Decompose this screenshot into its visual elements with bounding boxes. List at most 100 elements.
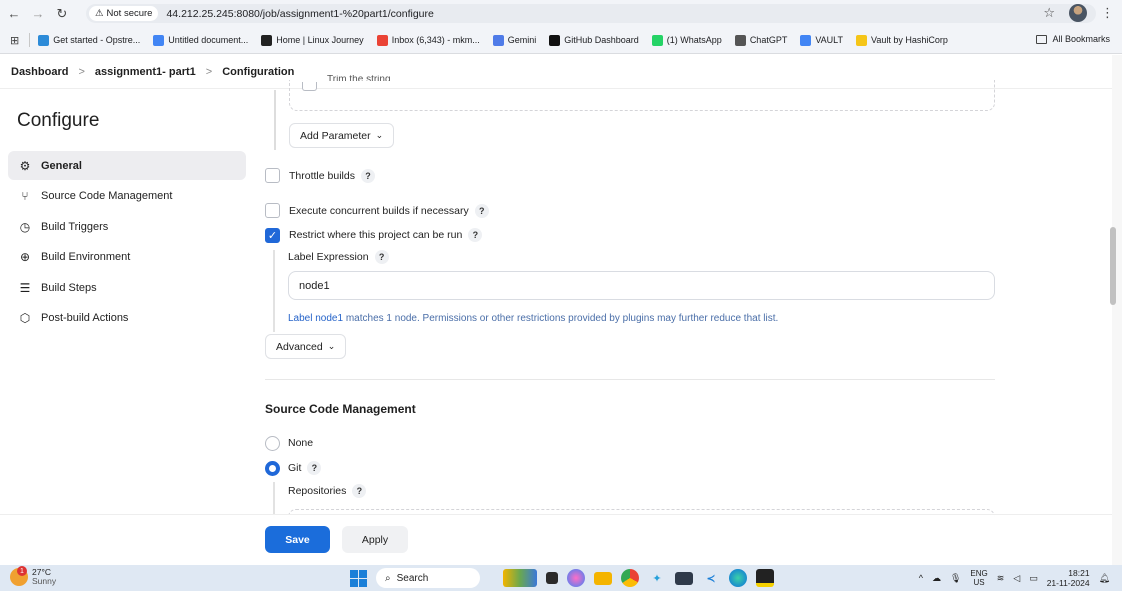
bookmark-item[interactable]: Vault by HashiCorp bbox=[856, 34, 948, 46]
bookmark-item[interactable]: Gemini bbox=[492, 34, 537, 46]
clock[interactable]: 18:21 21-11-2024 bbox=[1047, 568, 1090, 588]
bookmark-label: GitHub Dashboard bbox=[564, 35, 639, 45]
bookmark-item[interactable]: VAULT bbox=[800, 34, 843, 46]
sidebar-item-source-code-management[interactable]: ⑂ Source Code Management bbox=[8, 182, 246, 211]
scrollbar-thumb[interactable] bbox=[1110, 227, 1116, 305]
sun-icon: 1 bbox=[10, 566, 28, 586]
menu-icon[interactable]: ⋮ bbox=[1101, 5, 1114, 21]
scm-git-label[interactable]: Git bbox=[288, 462, 301, 474]
taskbar-search-label: Search bbox=[396, 572, 429, 584]
sidebar-item-post-build-actions[interactable]: ⬡ Post-build Actions bbox=[8, 304, 246, 333]
label-info-text: Label node1 matches 1 node. Permissions … bbox=[288, 313, 778, 324]
bookmark-item[interactable]: GitHub Dashboard bbox=[549, 34, 639, 46]
trim-checkbox[interactable] bbox=[302, 82, 317, 91]
bookmark-label: Gemini bbox=[507, 35, 537, 45]
help-icon[interactable]: ? bbox=[474, 204, 489, 218]
bookmark-item[interactable]: Home | Linux Journey bbox=[261, 34, 364, 46]
sidebar-item-build-triggers[interactable]: ◷ Build Triggers bbox=[8, 212, 246, 241]
edge-icon[interactable] bbox=[729, 569, 747, 587]
notification-bell-icon[interactable]: 🔔︎ bbox=[1099, 573, 1110, 584]
clock-icon: ◷ bbox=[19, 219, 31, 234]
apply-button[interactable]: Apply bbox=[342, 526, 408, 553]
add-parameter-button[interactable]: Add Parameter ⌄ bbox=[289, 123, 395, 148]
box-icon: ⬡ bbox=[19, 311, 31, 325]
help-icon[interactable]: ? bbox=[468, 228, 483, 242]
throttle-checkbox[interactable] bbox=[265, 168, 280, 183]
scm-none-radio[interactable] bbox=[265, 436, 280, 451]
mail-icon[interactable] bbox=[675, 571, 693, 585]
sidebar-item-build-steps[interactable]: ☰ Build Steps bbox=[8, 273, 246, 302]
weather-widget[interactable]: 1 27°C Sunny bbox=[10, 566, 57, 586]
bookmark-label: Untitled document... bbox=[168, 35, 249, 45]
scm-git-row: Git ? bbox=[288, 461, 322, 475]
lang-top: ENG bbox=[970, 569, 988, 578]
help-icon[interactable]: ? bbox=[374, 250, 389, 264]
reload-icon[interactable]: ↻ bbox=[52, 4, 72, 24]
bookmark-star-icon[interactable]: ☆ bbox=[1043, 5, 1055, 21]
bookmark-item[interactable]: ChatGPT bbox=[734, 34, 788, 46]
repositories-row: Repositories ? bbox=[288, 484, 367, 498]
label-expression-input[interactable]: node1 bbox=[288, 271, 995, 300]
label-node-link[interactable]: Label node1 bbox=[288, 313, 343, 324]
bookmark-item[interactable]: Get started - Opstre... bbox=[38, 34, 140, 46]
breadcrumb-job[interactable]: assignment1- part1 bbox=[95, 66, 196, 78]
throttle-label[interactable]: Throttle builds bbox=[289, 170, 355, 182]
task-view-icon[interactable] bbox=[546, 572, 558, 584]
store-icon[interactable]: ✦ bbox=[648, 569, 666, 587]
weather-desc: Sunny bbox=[32, 576, 57, 586]
taskbar-search[interactable]: ⌕ Search bbox=[376, 568, 480, 588]
apps-grid-icon[interactable]: ⊞ bbox=[10, 34, 19, 47]
vscode-icon[interactable]: ≺ bbox=[702, 569, 720, 587]
file-explorer-icon[interactable] bbox=[594, 571, 612, 585]
security-indicator[interactable]: ⚠ Not secure bbox=[89, 6, 159, 21]
forward-icon[interactable]: → bbox=[28, 4, 48, 24]
microphone-icon[interactable]: 🎙︎ bbox=[950, 573, 961, 584]
concurrent-row: Execute concurrent builds if necessary ? bbox=[289, 204, 489, 218]
cloud-icon[interactable]: ☁ bbox=[932, 573, 941, 584]
restrict-row: Restrict where this project can be run ? bbox=[289, 228, 483, 242]
url-text[interactable]: 44.212.25.245:8080/job/assignment1-%20pa… bbox=[166, 8, 433, 20]
advanced-button[interactable]: Advanced ⌄ bbox=[265, 334, 347, 359]
bookmark-item[interactable]: (1) WhatsApp bbox=[651, 34, 722, 46]
wifi-icon[interactable]: ≋ bbox=[997, 573, 1005, 584]
profile-avatar[interactable] bbox=[1069, 4, 1087, 22]
copilot-icon[interactable] bbox=[567, 569, 585, 587]
back-icon[interactable]: ← bbox=[4, 4, 24, 24]
help-icon[interactable]: ? bbox=[352, 484, 367, 498]
concurrent-label[interactable]: Execute concurrent builds if necessary bbox=[289, 205, 469, 217]
widgets-icon[interactable] bbox=[503, 569, 537, 587]
address-bar[interactable]: ⚠ Not secure 44.212.25.245:8080/job/assi… bbox=[86, 4, 1096, 23]
battery-icon[interactable]: ▭ bbox=[1029, 573, 1038, 584]
vault-icon bbox=[800, 34, 812, 46]
scm-none-label[interactable]: None bbox=[288, 437, 313, 449]
parameter-block bbox=[289, 80, 995, 111]
bookmark-item[interactable]: Untitled document... bbox=[153, 34, 249, 46]
help-icon[interactable]: ? bbox=[307, 461, 322, 475]
github-icon bbox=[549, 34, 561, 46]
language-indicator[interactable]: ENG US bbox=[970, 569, 987, 587]
windows-start-icon[interactable] bbox=[350, 569, 367, 587]
sticky-notes-icon[interactable] bbox=[756, 569, 774, 587]
save-button[interactable]: Save bbox=[265, 526, 330, 553]
breadcrumb-dashboard[interactable]: Dashboard bbox=[11, 66, 68, 78]
clock-date: 21-11-2024 bbox=[1046, 578, 1090, 588]
sidebar-item-label: Build Environment bbox=[41, 251, 131, 263]
help-icon[interactable]: ? bbox=[360, 169, 375, 183]
all-bookmarks-button[interactable]: All Bookmarks bbox=[1036, 34, 1110, 44]
chrome-icon[interactable] bbox=[621, 569, 639, 587]
doc-icon bbox=[153, 34, 165, 46]
breadcrumb-configuration[interactable]: Configuration bbox=[222, 66, 294, 78]
bottom-action-bar bbox=[0, 514, 1112, 565]
concurrent-checkbox[interactable] bbox=[265, 203, 280, 218]
bookmark-label: ChatGPT bbox=[749, 35, 788, 45]
scm-git-radio[interactable] bbox=[265, 461, 280, 476]
restrict-checkbox[interactable]: ✓ bbox=[265, 228, 280, 243]
chevron-up-icon[interactable]: ^ bbox=[919, 573, 923, 583]
restrict-label[interactable]: Restrict where this project can be run bbox=[289, 229, 462, 241]
bookmark-item[interactable]: Inbox (6,343) - mkm... bbox=[376, 34, 480, 46]
label-expression-row: Label Expression ? bbox=[288, 250, 389, 264]
sidebar-item-build-environment[interactable]: ⊕ Build Environment bbox=[8, 243, 246, 272]
volume-icon[interactable]: ◁ bbox=[1013, 573, 1020, 584]
sidebar-item-general[interactable]: ⚙ General bbox=[8, 151, 246, 180]
page-scrollbar[interactable] bbox=[1112, 55, 1122, 565]
